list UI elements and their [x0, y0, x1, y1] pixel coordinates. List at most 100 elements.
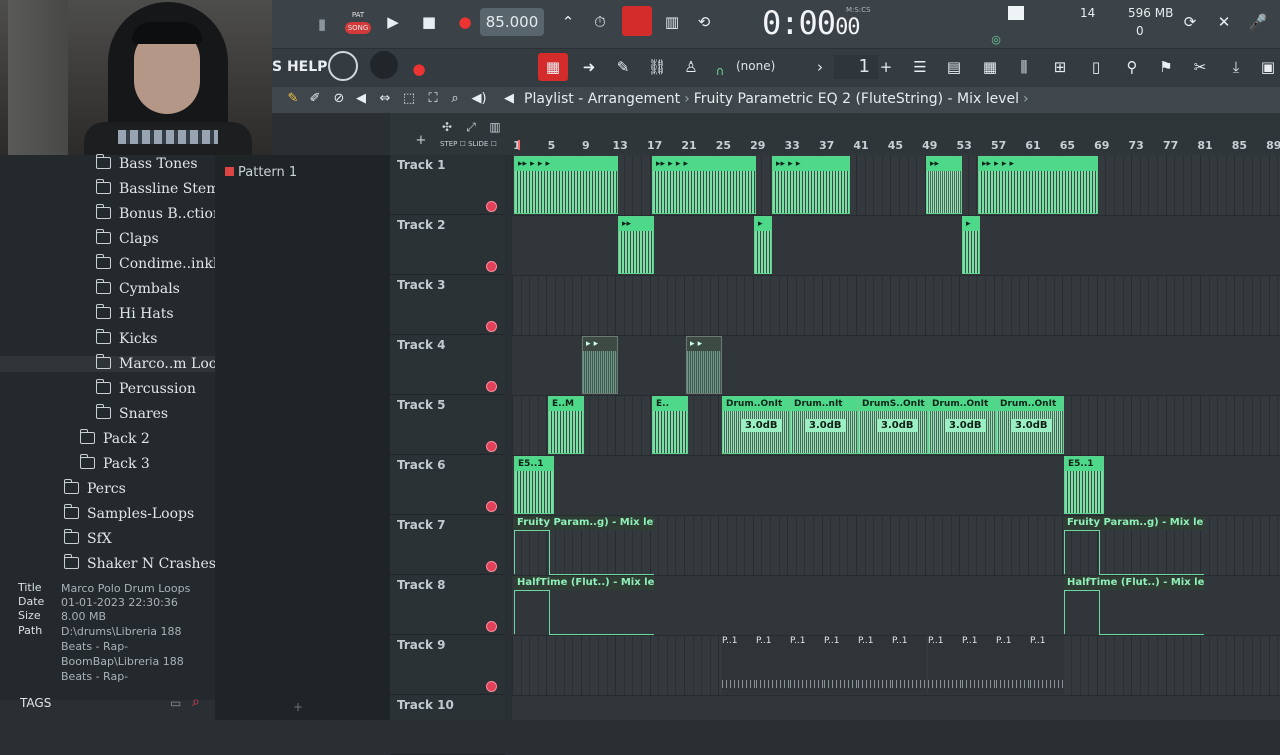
pattern-clip[interactable]: P..1: [790, 636, 824, 694]
audio-clip[interactable]: ▸▸ ▸ ▸ ▸: [652, 156, 756, 214]
tempo-tapper-icon[interactable]: ⚑: [1154, 53, 1178, 81]
track-record-dot[interactable]: [486, 441, 497, 452]
zoom-region-icon[interactable]: ⛶: [424, 85, 442, 113]
automation-clip[interactable]: Fruity Param..g) - Mix level: [1064, 516, 1204, 575]
metronome-icon[interactable]: ⌃: [556, 8, 580, 36]
refresh-icon[interactable]: ⟳: [1178, 8, 1202, 36]
pattern-clip[interactable]: P..1: [962, 636, 996, 694]
browser-folder-item[interactable]: Pack 3: [79, 454, 150, 472]
audio-clip[interactable]: E..M: [548, 396, 584, 454]
breadcrumb-playlist[interactable]: Playlist - Arrangement: [524, 91, 680, 107]
track-lane[interactable]: [512, 155, 1280, 216]
pattern-clip[interactable]: P..1: [928, 636, 962, 694]
pattern-next-icon[interactable]: ›: [812, 53, 828, 81]
master-volume-knob[interactable]: [328, 51, 358, 81]
pattern-clip[interactable]: P..1: [1030, 636, 1064, 694]
playlist-grid[interactable]: ▸▸ ▸ ▸ ▸ ▸▸ ▸ ▸ ▸ ▸▸ ▸ ▸ ▸▸ ▸▸ ▸ ▸ ▸ ▸▸ …: [512, 155, 1280, 720]
track-name[interactable]: Track 1: [397, 158, 446, 172]
track-lane[interactable]: [512, 335, 1280, 396]
track-name[interactable]: Track 8: [397, 578, 446, 592]
wait-icon[interactable]: ⏱: [588, 8, 612, 36]
breadcrumb-target[interactable]: Fruity Parametric EQ 2 (FluteString) - M…: [694, 91, 1019, 107]
browser-folder-item[interactable]: Kicks: [95, 329, 157, 347]
playback-icon[interactable]: ◀): [470, 85, 488, 113]
browser-folder-item[interactable]: Cymbals: [95, 279, 180, 297]
mixer-icon[interactable]: ▮: [312, 10, 332, 38]
typing-keyboard-icon[interactable]: ▦: [538, 53, 568, 81]
playhead-marker[interactable]: [518, 140, 520, 150]
slip-icon[interactable]: ⇔: [376, 85, 394, 113]
track-name[interactable]: Track 3: [397, 278, 446, 292]
help-menu[interactable]: S HELP: [272, 59, 327, 75]
track-record-dot[interactable]: [486, 321, 497, 332]
delete-icon[interactable]: ⊘: [330, 85, 348, 113]
pattern-clip[interactable]: P..1: [756, 636, 790, 694]
arrow-right-icon[interactable]: ➜: [578, 53, 600, 81]
pattern-item[interactable]: Pattern 1: [225, 165, 297, 180]
speaker-icon[interactable]: ◀: [500, 85, 518, 113]
magnet-icon[interactable]: ⤢: [462, 113, 480, 141]
browser-folder-item[interactable]: SfX: [63, 529, 112, 547]
channel-rack-icon[interactable]: ▦: [978, 53, 1002, 81]
pattern-clip[interactable]: P..1: [722, 636, 756, 694]
timeline-ruler[interactable]: + STEP ☐ SLIDE ☐ ✣ ⤢ ▥ 1 5 9 13 17 21 25 29 33 37…: [390, 113, 1280, 155]
blend-notes-icon[interactable]: ▥: [660, 8, 684, 36]
track-name[interactable]: Track 5: [397, 398, 446, 412]
master-pitch-knob[interactable]: [370, 51, 398, 79]
audio-clip[interactable]: ▸▸ ▸ ▸ ▸: [514, 156, 618, 214]
tools-icon[interactable]: ✕: [1212, 8, 1236, 36]
audio-clip[interactable]: ▸▸: [926, 156, 962, 214]
search-icon[interactable]: ⌕: [192, 694, 200, 710]
audio-clip[interactable]: ▸ ▸: [686, 336, 722, 394]
browser-folder-item[interactable]: Percs: [63, 479, 126, 497]
browser-folder-item[interactable]: Snares: [95, 404, 168, 422]
track-record-dot[interactable]: [486, 561, 497, 572]
paint-icon[interactable]: ✐: [306, 85, 324, 113]
audio-clip[interactable]: ▸: [754, 216, 772, 274]
track-name[interactable]: Track 6: [397, 458, 446, 472]
stamp-icon[interactable]: ♙: [680, 53, 702, 81]
track-record-dot[interactable]: [486, 501, 497, 512]
mute-icon[interactable]: ◀: [352, 85, 370, 113]
pattern-clip[interactable]: P..1: [824, 636, 858, 694]
track-lane[interactable]: [512, 455, 1280, 516]
audio-clip[interactable]: E5..1: [514, 456, 554, 514]
tempo-display[interactable]: 85.000: [480, 8, 544, 36]
audio-clip[interactable]: ▸▸: [618, 216, 654, 274]
browser-folder-item[interactable]: Samples-Loops: [63, 504, 194, 522]
stop-button[interactable]: ■: [416, 8, 442, 36]
more-icon[interactable]: ▣: [1258, 53, 1278, 81]
automation-clip[interactable]: HalfTime (Flut..) - Mix level: [514, 576, 654, 635]
audio-clip[interactable]: ▸: [962, 216, 980, 274]
pattern-clip[interactable]: P..1: [858, 636, 892, 694]
browser-folder-item[interactable]: Marco..m Loops: [0, 354, 233, 372]
grid-icon[interactable]: ▥: [486, 113, 504, 141]
track-lane[interactable]: [512, 695, 1280, 720]
audio-clip[interactable]: Drum..OnIt 3.0dB: [722, 396, 790, 454]
pattern-clip[interactable]: P..1: [996, 636, 1030, 694]
track-record-dot[interactable]: [486, 681, 497, 692]
automation-clip[interactable]: HalfTime (Flut..) - Mix level: [1064, 576, 1204, 635]
browser-folder-item[interactable]: Bass Tones: [95, 154, 198, 172]
plugin-icon[interactable]: ⚲: [1120, 53, 1144, 81]
audio-clip[interactable]: Drum..nIt 3.0dB: [790, 396, 858, 454]
browser-folder-item[interactable]: Bonus B..ctions): [95, 204, 235, 222]
tags-label[interactable]: TAGS: [20, 696, 51, 710]
track-name[interactable]: Track 4: [397, 338, 446, 352]
pattern-selector[interactable]: (none): [736, 59, 775, 73]
audio-clip[interactable]: E..: [652, 396, 688, 454]
audio-clip[interactable]: DrumS..OnIt 3.0dB: [858, 396, 928, 454]
browser-folder-item[interactable]: Shaker N Crashes: [63, 554, 216, 572]
select-icon[interactable]: ⬚: [400, 85, 418, 113]
link-icon[interactable]: ⛓: [646, 53, 668, 81]
audio-clip[interactable]: Drum..OnIt 3.0dB: [928, 396, 996, 454]
track-name[interactable]: Track 2: [397, 218, 446, 232]
record-button[interactable]: ●: [452, 8, 478, 36]
add-pattern-icon[interactable]: +: [878, 53, 894, 81]
track-lane[interactable]: [512, 275, 1280, 336]
cut-icon[interactable]: ✂: [1188, 53, 1212, 81]
pencil-icon[interactable]: ✎: [284, 85, 302, 113]
playlist-icon[interactable]: ☰: [908, 53, 932, 81]
audio-clip[interactable]: ▸▸ ▸ ▸ ▸: [978, 156, 1098, 214]
track-name[interactable]: Track 10: [397, 698, 454, 712]
